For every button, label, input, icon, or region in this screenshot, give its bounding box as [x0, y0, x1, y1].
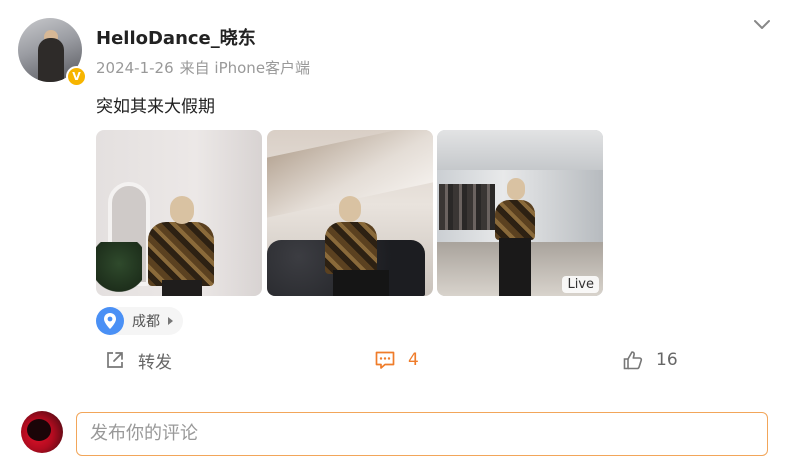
like-button[interactable]: 16 — [622, 348, 678, 372]
person-head — [339, 196, 361, 222]
my-avatar[interactable] — [21, 411, 63, 453]
comment-button[interactable]: 4 — [374, 348, 419, 372]
repost-label: 转发 — [138, 352, 172, 373]
post-source: 来自 iPhone客户端 — [179, 59, 311, 77]
live-badge: Live — [562, 276, 599, 293]
person-jacket — [495, 200, 535, 240]
avatar-silhouette — [27, 419, 51, 441]
author-name[interactable]: HelloDance_晓东 — [96, 24, 256, 50]
repost-button[interactable]: 转发 — [104, 348, 172, 373]
comment-input[interactable]: 发布你的评论 — [76, 412, 768, 456]
post-date: 2024-1-26 — [96, 59, 174, 77]
person-legs — [162, 280, 202, 296]
thumbs-up-icon — [623, 351, 643, 370]
verified-badge-icon: V — [66, 66, 87, 87]
caret-right-icon — [168, 317, 173, 325]
location-pin-icon — [96, 307, 124, 335]
person-head — [507, 178, 525, 200]
post-meta: 2024-1-26 来自 iPhone客户端 — [96, 57, 310, 78]
photo-mirror[interactable] — [96, 130, 262, 296]
comment-icon — [375, 351, 395, 369]
location-label: 成都 — [132, 314, 160, 330]
share-icon — [107, 352, 123, 368]
photo-sofa[interactable] — [267, 130, 433, 296]
chevron-down-icon[interactable] — [752, 14, 772, 34]
comment-count: 4 — [408, 350, 419, 370]
plant-shape — [96, 242, 142, 296]
person-head — [170, 196, 194, 224]
person-jacket — [148, 222, 214, 286]
post-text: 突如其来大假期 — [96, 97, 215, 117]
ceiling-shape — [437, 130, 603, 170]
location-tag[interactable]: 成都 — [96, 307, 183, 335]
person-legs — [499, 238, 531, 296]
person-legs — [333, 270, 389, 296]
person-jacket — [325, 222, 377, 274]
photo-store[interactable]: Live — [437, 130, 603, 296]
clothes-rack — [439, 184, 495, 230]
like-count: 16 — [656, 350, 678, 370]
avatar-figure — [38, 38, 64, 82]
